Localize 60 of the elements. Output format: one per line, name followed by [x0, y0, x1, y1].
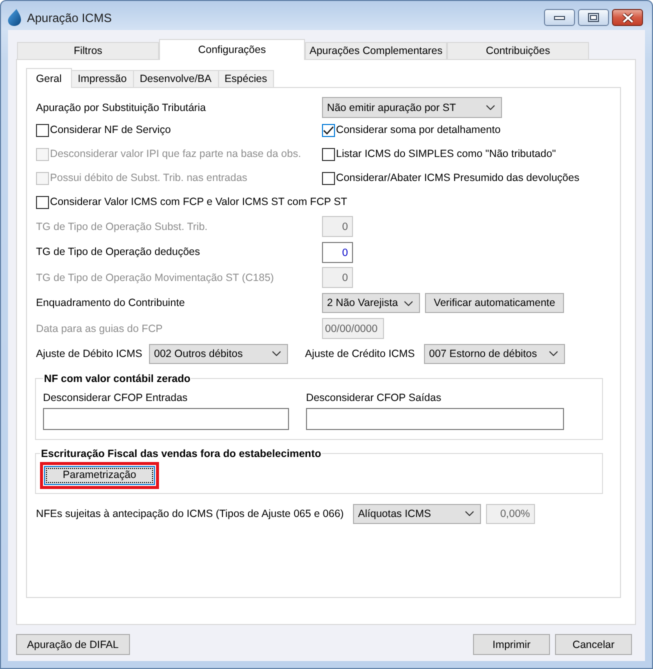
- footer-button[interactable]: Imprimir: [473, 634, 550, 655]
- checkbox[interactable]: [36, 124, 49, 136]
- settings-button[interactable]: Parametrização: [44, 466, 155, 484]
- close-button[interactable]: [612, 9, 643, 26]
- dropdown[interactable]: 007 Estorno de débitos: [424, 344, 565, 364]
- field-label: Enquadramento do Contribuinte: [36, 296, 186, 310]
- text-field[interactable]: [43, 408, 289, 430]
- checkbox-label: Considerar soma por detalhamento: [336, 123, 501, 137]
- dropdown[interactable]: Alíquotas ICMS: [353, 504, 481, 524]
- field-label: TG de Tipo de Operação Subst. Trib.: [36, 220, 209, 234]
- window-title: Apuração ICMS: [27, 10, 113, 24]
- checkbox-label: Desconsiderar valor IPI que faz parte na base da obs.: [50, 147, 301, 161]
- checkbox-label: Considerar Valor ICMS com FCP e Valor ICMS ST com FCP ST: [50, 195, 348, 209]
- chevron-down-icon: [272, 351, 281, 356]
- droplet-icon: [8, 9, 21, 26]
- tab[interactable]: Contribuições: [447, 42, 589, 59]
- minimize-button[interactable]: [544, 9, 575, 26]
- tab[interactable]: Desenvolve/BA: [132, 70, 219, 87]
- checkbox[interactable]: [322, 148, 335, 160]
- group-title: NF com valor contábil zerado: [43, 372, 192, 386]
- text-field[interactable]: [306, 408, 564, 430]
- checkbox-label: Considerar NF de Serviço: [50, 123, 171, 137]
- field-label: Desconsiderar CFOP Entradas: [43, 390, 189, 404]
- footer-button[interactable]: Apuração de DIFAL: [16, 634, 130, 655]
- tab[interactable]: Espécies: [218, 70, 274, 87]
- maximize-icon: [588, 13, 599, 22]
- checkbox-label: Possui débito de Subst. Trib. nas entradas: [50, 171, 248, 185]
- footer-button[interactable]: Cancelar: [555, 634, 632, 655]
- field-label: Data para as guias do FCP: [36, 322, 164, 336]
- number-field[interactable]: 0: [322, 242, 353, 262]
- field-label: TG de Tipo de Operação deduções: [36, 245, 202, 259]
- tab[interactable]: Configurações: [159, 39, 305, 60]
- checkbox[interactable]: [322, 172, 335, 184]
- verify-button[interactable]: Verificar automaticamente: [425, 293, 564, 313]
- checkbox-label: Listar ICMS do SIMPLES como "Não tributado": [336, 147, 556, 161]
- tab[interactable]: Apurações Complementares: [305, 42, 447, 59]
- tab[interactable]: Filtros: [17, 42, 159, 59]
- field-label: Desconsiderar CFOP Saídas: [306, 390, 442, 404]
- checkbox[interactable]: [36, 196, 49, 208]
- field-label: TG de Tipo de Operação Movimentação ST (C185): [36, 270, 275, 284]
- checkmark-icon: [323, 126, 334, 134]
- tab[interactable]: Geral: [26, 68, 72, 88]
- field-label: NFEs sujeitas à antecipação do ICMS (Tipos de Ajuste 065 e 066): [36, 506, 345, 520]
- dropdown[interactable]: 2 Não Varejista: [322, 293, 420, 313]
- tab[interactable]: Impressão: [70, 70, 134, 87]
- close-icon: [622, 12, 634, 22]
- field-label: Apuração por Substituição Tributária: [36, 100, 207, 114]
- maximize-button[interactable]: [578, 9, 609, 26]
- chevron-down-icon: [404, 300, 413, 306]
- dropdown[interactable]: 002 Outros débitos: [149, 344, 288, 364]
- field-label: Ajuste de Débito ICMS: [36, 346, 144, 360]
- chevron-down-icon: [486, 105, 495, 110]
- checkbox-label: Considerar/Abater ICMS Presumido das devoluções: [336, 171, 580, 185]
- minimize-icon: [554, 16, 565, 20]
- checkbox[interactable]: [322, 124, 335, 136]
- chevron-down-icon: [465, 511, 474, 516]
- field-label: Ajuste de Crédito ICMS: [305, 346, 416, 360]
- group-title: Escrituração Fiscal das vendas fora do estabelecimento: [40, 446, 322, 460]
- chevron-down-icon: [549, 351, 558, 356]
- dropdown[interactable]: Não emitir apuração por ST: [322, 97, 502, 118]
